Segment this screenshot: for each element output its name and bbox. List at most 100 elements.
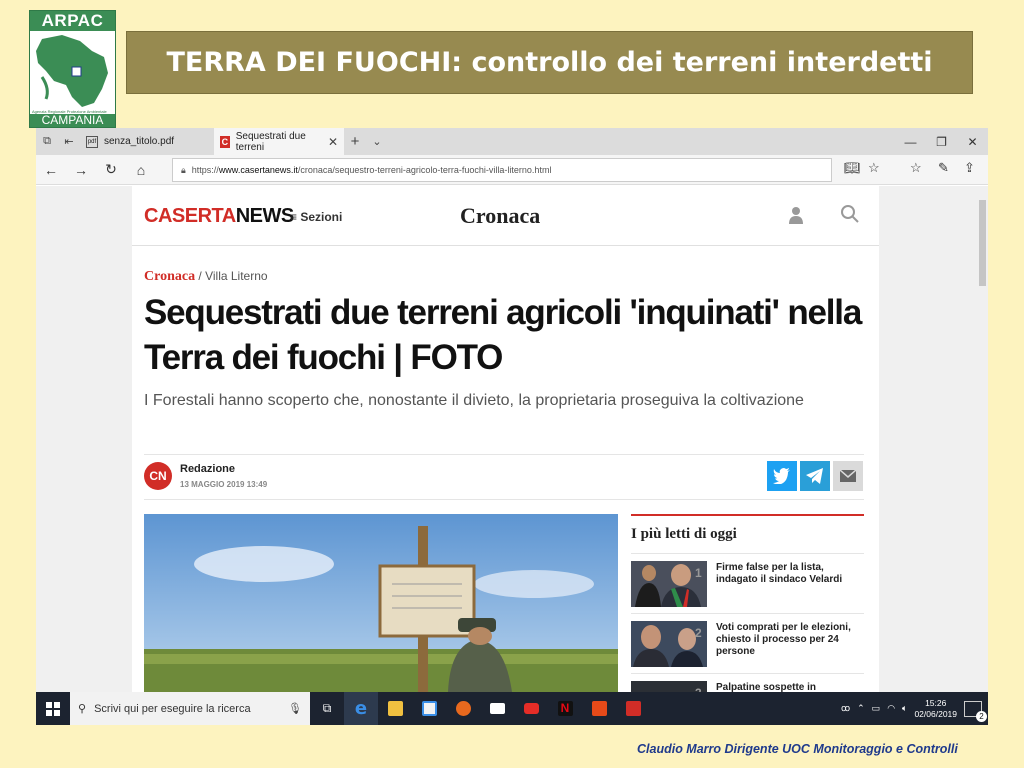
user-icon[interactable] (788, 206, 804, 224)
windows-taskbar: ⚲ Scrivi qui per eseguire la ricerca 🎙︎ … (36, 692, 988, 725)
tab-bar: ⧉ ⇤ pdf senza_titolo.pdf C Sequestrati d… (36, 128, 988, 155)
author-name[interactable]: Redazione (180, 463, 235, 475)
twitter-bird-icon (773, 468, 790, 484)
scrollbar-thumb[interactable] (979, 200, 986, 286)
windows-logo-icon (46, 701, 60, 716)
windows-start-button[interactable] (36, 692, 70, 725)
author-avatar: CN (144, 462, 172, 490)
address-bar-row: ← → ↻ ⌂ 🔒︎ https://www.casertanews.it/cr… (36, 155, 988, 185)
url-prefix: https:// (191, 165, 219, 175)
casertanews-favicon-icon: C (220, 135, 230, 148)
wifi-icon[interactable]: ◠ (887, 703, 895, 714)
task-view-icon[interactable]: ⧉ (310, 692, 344, 725)
notification-center-icon[interactable]: 2 (964, 700, 987, 722)
store-icon[interactable] (412, 692, 446, 725)
logo-bottom-text: CAMPANIA (30, 114, 115, 127)
notification-count: 2 (976, 710, 987, 722)
restore-icon[interactable]: ❐ (926, 135, 957, 149)
most-read-text: Firme false per la lista, indagato il si… (716, 562, 843, 585)
tab-list-chevron-icon[interactable]: ⌄ (366, 135, 388, 148)
favorites-hub-icon[interactable]: ☆ (910, 160, 922, 176)
people-icon[interactable]: ꝏ (841, 703, 850, 714)
clock[interactable]: 15:26 02/06/2019 (914, 698, 957, 720)
telegram-plane-icon (806, 468, 823, 484)
clock-time: 15:26 (925, 697, 947, 708)
tab-casertanews[interactable]: C Sequestrati due terreni ✕ (214, 128, 344, 155)
tab-pdf[interactable]: pdf senza_titolo.pdf (80, 128, 214, 155)
microphone-icon[interactable]: 🎙︎ (288, 702, 302, 715)
arpac-logo: ARPAC Agenzia Regionale Protezione Ambie… (29, 10, 116, 128)
window-controls: — ❐ ✕ (895, 135, 988, 149)
edge-browser-icon[interactable]: e (344, 692, 378, 725)
url-input[interactable]: 🔒︎ https://www.casertanews.it/cronaca/se… (172, 158, 832, 182)
article-hero-image[interactable] (144, 514, 618, 692)
close-window-icon[interactable]: ✕ (957, 135, 988, 149)
battery-icon[interactable]: ▭ (872, 703, 881, 714)
minimize-icon[interactable]: — (895, 135, 926, 149)
campania-map-icon (30, 31, 115, 109)
back-arrow-icon[interactable]: ← (36, 162, 66, 178)
most-read-text: Voti comprati per le elezioni, chiesto i… (716, 622, 851, 657)
system-tray: ꝏ ⌃ ▭ ◠ 🔈︎ 15:26 02/06/2019 2 (841, 698, 988, 722)
search-icon[interactable] (840, 204, 860, 224)
reading-view-icon[interactable]: 📖︎ (844, 160, 861, 176)
divider (144, 454, 864, 455)
divider (144, 499, 864, 500)
article-date: 13 MAGGIO 2019 13:49 (180, 480, 268, 489)
refresh-icon[interactable]: ↻ (96, 161, 126, 178)
set-aside-tabs-icon[interactable]: ⇤ (58, 135, 80, 148)
acrobat-icon[interactable] (616, 692, 650, 725)
search-icon: ⚲ (78, 703, 87, 715)
volume-icon[interactable]: 🔈︎ (902, 703, 907, 714)
share-twitter-button[interactable] (767, 461, 797, 491)
most-read-item[interactable]: 2 Voti comprati per le elezioni, chiesto… (631, 614, 864, 674)
share-icon[interactable]: ⇪ (964, 160, 975, 176)
netflix-icon[interactable]: N (548, 692, 582, 725)
mail-icon[interactable] (480, 692, 514, 725)
breadcrumb-place[interactable]: Villa Literno (205, 269, 267, 283)
casertanews-logo[interactable]: CASERTANEWS (144, 205, 294, 228)
envelope-icon (840, 470, 856, 482)
url-path: /cronaca/sequestro-terreni-agricolo-terr… (297, 165, 552, 175)
youtube-icon[interactable] (514, 692, 548, 725)
logo-top-text: ARPAC (30, 11, 115, 31)
slide-title: TERRA DEI FUOCHI: controllo dei terreni … (166, 47, 933, 78)
web-page: CASERTANEWS ≡ Sezioni Cronaca Cronaca / … (36, 186, 976, 692)
new-tab-icon[interactable]: + (344, 133, 366, 150)
browser-screenshot: ⧉ ⇤ pdf senza_titolo.pdf C Sequestrati d… (36, 128, 988, 725)
slide-footer: Claudio Marro Dirigente UOC Monitoraggio… (637, 742, 958, 756)
close-tab-icon[interactable]: ✕ (328, 135, 338, 149)
favorite-star-icon[interactable]: ☆ (868, 160, 880, 176)
sections-label: Sezioni (300, 210, 343, 224)
share-telegram-button[interactable] (800, 461, 830, 491)
most-read-rank: 1 (695, 566, 702, 580)
clock-date: 02/06/2019 (914, 708, 957, 719)
taskbar-search-input[interactable]: ⚲ Scrivi qui per eseguire la ricerca 🎙︎ (70, 692, 310, 725)
page-scrollbar[interactable] (976, 186, 988, 692)
most-read-rank: 2 (695, 626, 702, 640)
most-read-title: I più letti di oggi (631, 514, 864, 554)
hamburger-icon: ≡ (290, 210, 301, 224)
tab-preview-icon[interactable]: ⧉ (36, 135, 58, 148)
article-container: CASERTANEWS ≡ Sezioni Cronaca Cronaca / … (132, 186, 879, 692)
article-headline: Sequestrati due terreni agricoli 'inquin… (144, 293, 862, 377)
most-read-text: Palpatine sospette in (716, 682, 817, 692)
most-read-item[interactable]: 3 Palpatine sospette in (631, 674, 864, 692)
section-heading: Cronaca (460, 203, 541, 228)
firefox-icon[interactable] (446, 692, 480, 725)
tray-chevron-icon[interactable]: ⌃ (857, 703, 865, 714)
breadcrumb-separator: / (195, 269, 206, 283)
home-icon[interactable]: ⌂ (126, 162, 156, 178)
notes-pen-icon[interactable]: ✎ (938, 160, 949, 176)
forward-arrow-icon[interactable]: → (66, 162, 96, 178)
office-icon[interactable] (582, 692, 616, 725)
article-subtitle: I Forestali hanno scoperto che, nonostan… (144, 392, 804, 409)
breadcrumb-category[interactable]: Cronaca (144, 269, 195, 284)
most-read-item[interactable]: 1 Firme false per la lista, indagato il … (631, 554, 864, 614)
sections-menu-button[interactable]: ≡ Sezioni (290, 210, 342, 224)
site-header: CASERTANEWS ≡ Sezioni Cronaca (132, 186, 879, 246)
breadcrumb: Cronaca / Villa Literno (144, 269, 268, 285)
share-email-button[interactable] (833, 461, 863, 491)
file-explorer-icon[interactable] (378, 692, 412, 725)
slide-title-bar: TERRA DEI FUOCHI: controllo dei terreni … (126, 31, 973, 94)
